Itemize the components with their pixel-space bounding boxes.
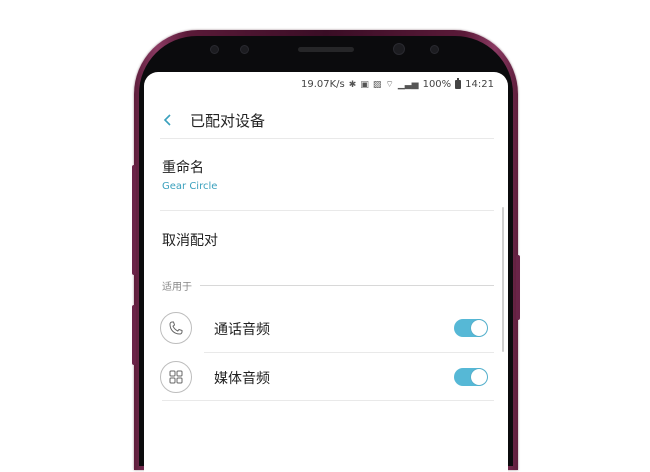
earpiece-speaker: [298, 47, 354, 52]
media-audio-toggle[interactable]: [454, 368, 488, 386]
rename-row[interactable]: 重命名 Gear Circle: [144, 139, 508, 209]
section-divider: [200, 285, 494, 286]
unpair-row[interactable]: 取消配对: [144, 211, 508, 267]
media-grid-icon: [160, 361, 192, 393]
chevron-left-icon: [163, 114, 171, 126]
back-button[interactable]: [158, 110, 178, 130]
nfc-icon: ▣: [360, 79, 369, 90]
side-button-left-lower: [132, 305, 136, 365]
divider: [204, 352, 494, 353]
status-bar: 19.07K/s ✱ ▣ ▨ ⌔ ▁▃▅ 100% 14:21: [301, 78, 494, 90]
toggle-knob: [471, 320, 487, 336]
wifi-icon: ⌔: [385, 80, 394, 90]
profile-label: 通话音频: [214, 322, 270, 338]
front-sensor-icon-2: [240, 45, 249, 54]
divider: [162, 400, 494, 401]
side-button-right: [516, 255, 520, 320]
device-name: Gear Circle: [162, 181, 218, 192]
profile-label: 媒体音频: [214, 371, 270, 387]
side-button-left: [132, 165, 136, 275]
phone-icon: [160, 312, 192, 344]
call-audio-toggle[interactable]: [454, 319, 488, 337]
unpair-label: 取消配对: [162, 233, 218, 249]
battery-icon: [455, 78, 462, 89]
screen: 19.07K/s ✱ ▣ ▨ ⌔ ▁▃▅ 100% 14:21 已配对设备 重命…: [144, 72, 508, 472]
iris-scanner-icon: [430, 45, 439, 54]
front-camera-icon: [393, 43, 405, 55]
rename-label: 重命名: [162, 160, 204, 176]
signal-icon: ▁▃▅: [397, 79, 419, 90]
mute-icon: ▨: [372, 79, 382, 90]
toggle-knob: [471, 369, 487, 385]
scrollbar[interactable]: [502, 207, 504, 352]
page-title: 已配对设备: [190, 112, 266, 130]
front-sensor-icon: [210, 45, 219, 54]
clock: 14:21: [465, 79, 494, 90]
profile-row-media-audio[interactable]: 媒体音频: [144, 355, 508, 399]
app-header: 已配对设备: [144, 102, 508, 138]
battery-percent: 100%: [422, 79, 452, 90]
section-header: 适用于: [162, 282, 192, 293]
bluetooth-icon: ✱: [348, 79, 357, 90]
profile-row-call-audio[interactable]: 通话音频: [144, 306, 508, 350]
network-speed: 19.07K/s: [301, 79, 345, 90]
